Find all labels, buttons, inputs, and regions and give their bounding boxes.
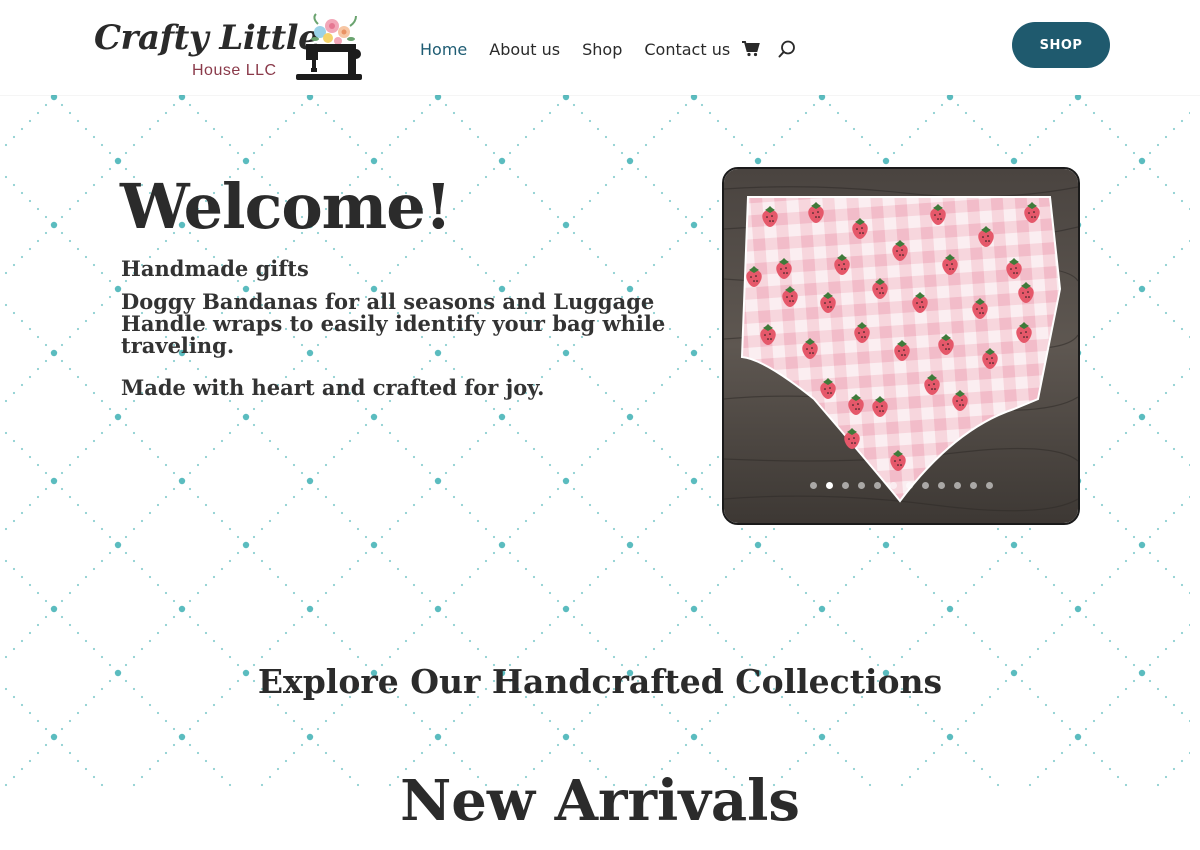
logo-sub-text: House LLC — [192, 62, 277, 79]
hero-line-handmade: Handmade gifts — [121, 256, 309, 281]
slider-dot[interactable] — [969, 482, 977, 489]
image-slider[interactable] — [722, 167, 1080, 525]
hero-line-tagline: Made with heart and crafted for joy. — [121, 375, 545, 400]
cart-icon[interactable] — [742, 41, 761, 57]
slider-dot[interactable] — [953, 482, 961, 489]
slider-dot[interactable] — [905, 482, 913, 489]
new-arrivals-heading: New Arrivals — [400, 768, 800, 834]
slider-dot[interactable] — [937, 482, 945, 489]
bandana-slide-image — [724, 169, 1078, 523]
hero-title: Welcome! — [120, 170, 452, 243]
slider-dot[interactable] — [857, 482, 865, 489]
sewing-machine-icon — [288, 12, 368, 89]
collections-heading: Explore Our Handcrafted Collections — [257, 662, 943, 701]
slider-dot[interactable] — [889, 482, 897, 489]
main-navigation: Home About us Shop Contact us — [420, 36, 814, 62]
shop-button[interactable]: SHOP — [1012, 22, 1110, 68]
slider-dot[interactable] — [809, 482, 817, 489]
slider-dot[interactable] — [985, 482, 993, 489]
nav-shop-link[interactable]: Shop — [582, 40, 622, 59]
logo-script-text: Crafty Little — [94, 18, 320, 58]
slider-dot[interactable] — [825, 482, 833, 489]
nav-about-link[interactable]: About us — [489, 40, 560, 59]
site-logo[interactable]: Crafty Little House LLC — [92, 12, 374, 86]
slider-pagination — [724, 482, 1078, 489]
slider-dot[interactable] — [841, 482, 849, 489]
nav-contact-link[interactable]: Contact us — [644, 40, 730, 59]
site-header: Crafty Little House LLC Home About us Sh… — [0, 0, 1200, 95]
slider-dot[interactable] — [921, 482, 929, 489]
slider-dot[interactable] — [873, 482, 881, 489]
hero-line-products: Doggy Bandanas for all seasons and Lugga… — [121, 289, 666, 358]
search-icon[interactable] — [778, 40, 796, 58]
nav-home-link[interactable]: Home — [420, 40, 467, 59]
